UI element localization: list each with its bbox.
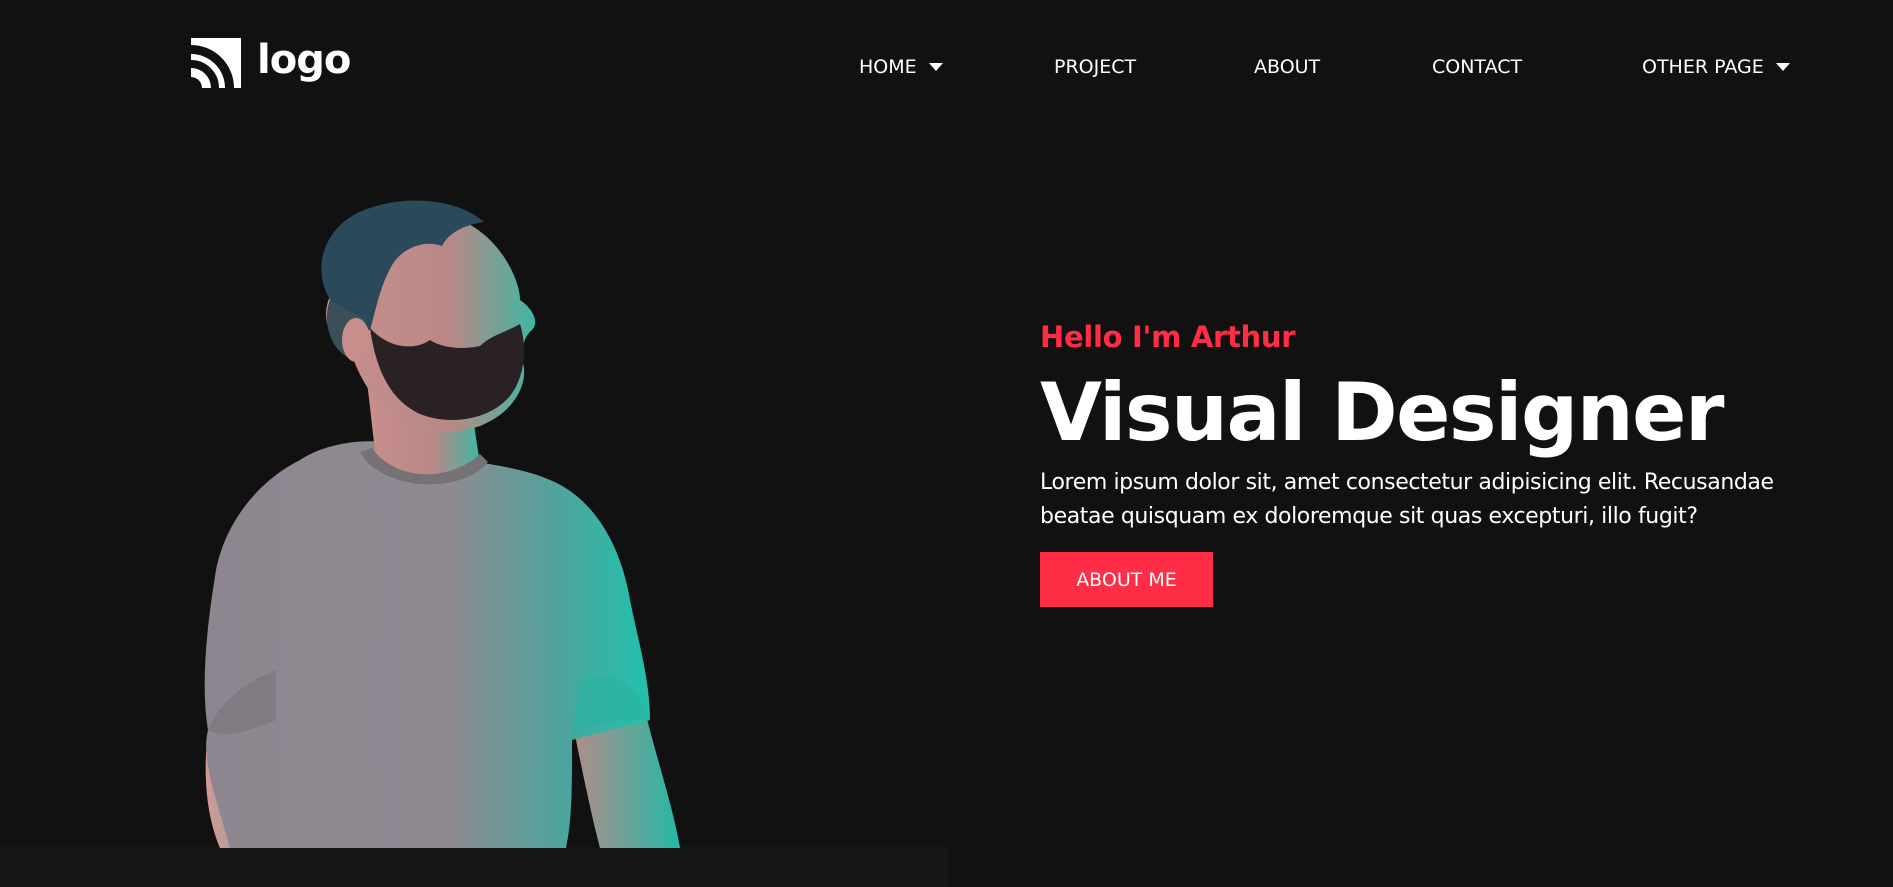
hero-title: Visual Designer [1040, 366, 1724, 459]
about-me-button[interactable]: ABOUT ME [1040, 552, 1213, 607]
main-nav: HOME PROJECT ABOUT CONTACT OTHER PAGE [0, 52, 1893, 82]
caret-down-icon [1775, 63, 1790, 71]
hero-description: Lorem ipsum dolor sit, amet consectetur … [1040, 470, 1774, 529]
nav-item-other-page[interactable]: OTHER PAGE [1642, 52, 1790, 82]
nav-item-home-label: HOME [859, 56, 917, 78]
hero-portrait-image [204, 200, 680, 848]
hero-greeting: Hello I'm Arthur [1040, 320, 1296, 354]
site-header: logo HOME PROJECT ABOUT CONTACT OTHER PA… [0, 0, 1893, 130]
nav-item-project-label: PROJECT [1054, 56, 1137, 78]
hero-section: Hello I'm Arthur Visual Designer Lorem i… [1040, 320, 1840, 607]
nav-item-other-page-label: OTHER PAGE [1642, 56, 1764, 78]
bottom-strip [0, 847, 948, 887]
nav-item-contact-label: CONTACT [1432, 56, 1523, 78]
nav-item-project[interactable]: PROJECT [1054, 52, 1136, 82]
nav-item-home[interactable]: HOME [859, 52, 943, 82]
nav-item-about-label: ABOUT [1254, 56, 1321, 78]
nav-item-contact[interactable]: CONTACT [1432, 52, 1522, 82]
caret-down-icon [928, 63, 943, 71]
nav-item-about[interactable]: ABOUT [1254, 52, 1320, 82]
